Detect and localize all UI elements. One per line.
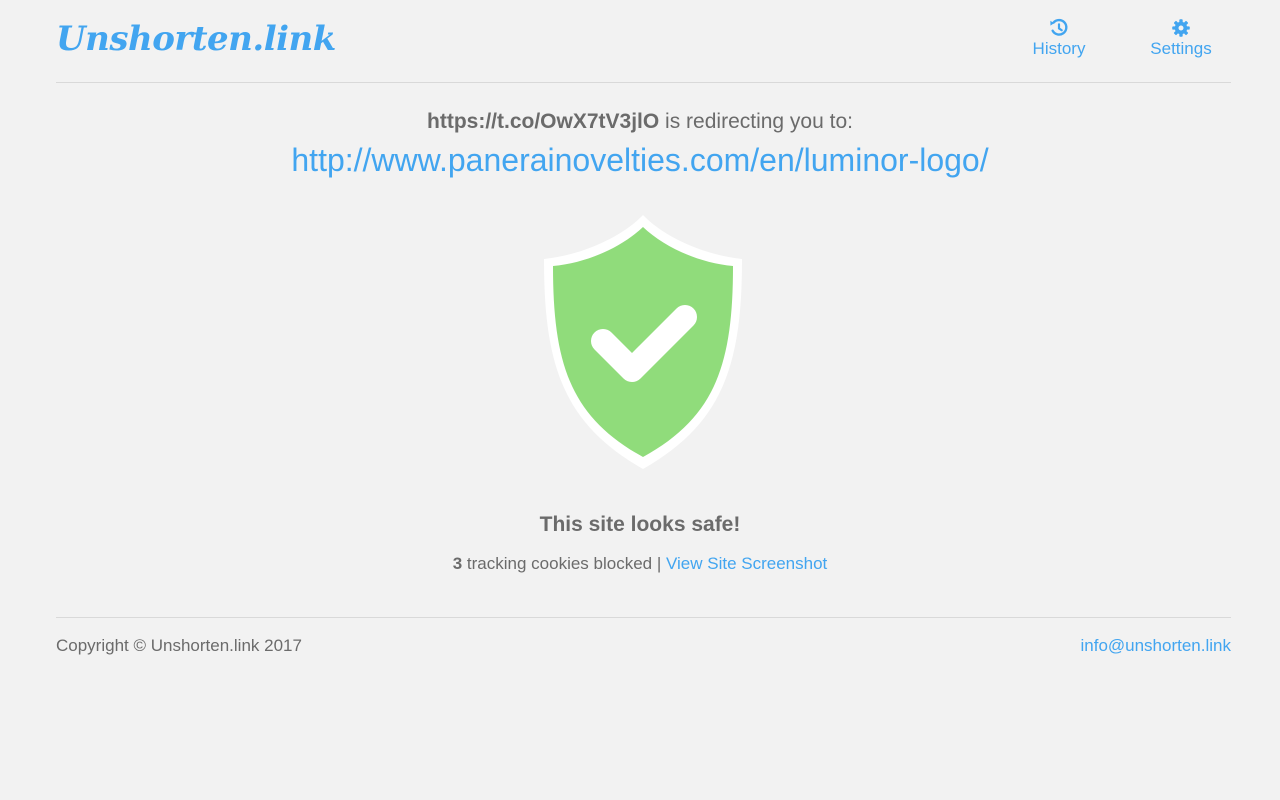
- redirect-text: is redirecting you to:: [659, 110, 853, 133]
- history-nav-link[interactable]: History: [1030, 18, 1088, 59]
- page: Unshorten.link History Settings https://…: [0, 0, 1280, 800]
- site-logo[interactable]: Unshorten.link: [56, 16, 336, 62]
- history-label: History: [1032, 39, 1086, 58]
- cookies-blocked-text: tracking cookies blocked |: [462, 554, 666, 573]
- redirect-message: https://t.co/OwX7tV3jlO is redirecting y…: [0, 108, 1280, 136]
- view-screenshot-link[interactable]: View Site Screenshot: [666, 554, 827, 573]
- shield-check-icon: [544, 215, 742, 469]
- site-footer: Copyright © Unshorten.link 2017 info@uns…: [56, 617, 1231, 678]
- destination-url-link[interactable]: http://www.panerainovelties.com/en/lumin…: [0, 140, 1280, 180]
- contact-email-link[interactable]: info@unshorten.link: [1080, 636, 1231, 656]
- settings-nav-link[interactable]: Settings: [1147, 18, 1215, 59]
- site-header: Unshorten.link History Settings: [56, 0, 1231, 83]
- safety-verdict: This site looks safe!: [539, 513, 741, 536]
- gear-icon: [1172, 19, 1190, 37]
- history-icon: [1050, 18, 1068, 36]
- copyright-text: Copyright © Unshorten.link 2017: [56, 636, 302, 655]
- settings-label: Settings: [1150, 39, 1212, 58]
- tracking-info: 3 tracking cookies blocked | View Site S…: [0, 552, 1280, 576]
- cookies-blocked-count: 3: [452, 554, 463, 573]
- short-url: https://t.co/OwX7tV3jlO: [427, 110, 660, 133]
